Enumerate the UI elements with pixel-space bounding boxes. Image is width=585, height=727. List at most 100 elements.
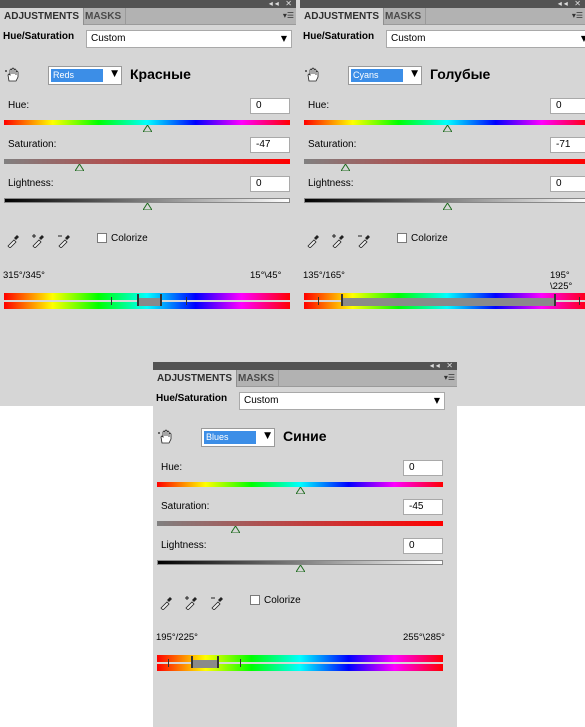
saturation-slider-thumb[interactable] xyxy=(75,164,85,171)
preset-select[interactable]: Custom ▼ xyxy=(86,30,292,48)
lightness-input[interactable]: 0 xyxy=(403,538,443,554)
eyedropper-minus-icon[interactable] xyxy=(57,232,71,248)
range-right-degrees: 195°\225° xyxy=(550,270,573,292)
range-marker[interactable] xyxy=(111,297,113,305)
colorize-checkbox[interactable] xyxy=(97,233,107,243)
preset-select[interactable]: Custom ▼ xyxy=(239,392,445,410)
range-marker[interactable] xyxy=(191,656,194,668)
lightness-input[interactable]: 0 xyxy=(250,176,290,192)
range-marker[interactable] xyxy=(136,294,139,306)
lightness-slider-thumb[interactable] xyxy=(142,203,152,210)
range-selection-band[interactable] xyxy=(136,298,160,306)
tab-adjustments[interactable]: ADJUSTMENTS xyxy=(300,8,385,25)
lightness-input[interactable]: 0 xyxy=(550,176,585,192)
range-left-degrees: 135°/165° xyxy=(303,270,345,281)
hand-adjust-icon[interactable] xyxy=(157,429,173,445)
chevron-down-icon: ▼ xyxy=(111,69,118,79)
range-marker[interactable] xyxy=(341,294,344,306)
hand-adjust-icon[interactable] xyxy=(304,67,320,83)
edit-range-select[interactable]: Reds ▼ xyxy=(48,66,122,85)
range-caption: Красные xyxy=(130,66,191,82)
edit-range-select[interactable]: Cyans ▼ xyxy=(348,66,422,85)
hue-input[interactable]: 0 xyxy=(403,460,443,476)
lightness-label: Lightness: xyxy=(308,178,354,189)
range-caption: Голубые xyxy=(430,66,491,82)
hue-label: Hue: xyxy=(308,100,330,111)
saturation-slider-thumb[interactable] xyxy=(340,164,350,171)
hand-adjust-icon[interactable] xyxy=(4,67,20,83)
range-marker[interactable] xyxy=(168,659,170,667)
saturation-input[interactable]: -47 xyxy=(250,137,290,153)
collapse-close-icons[interactable]: ◂◂ ✕ xyxy=(558,0,583,8)
eyedropper-minus-icon[interactable] xyxy=(210,594,224,610)
edit-range-value: Blues xyxy=(204,431,256,444)
tab-masks[interactable]: MASKS xyxy=(81,8,127,25)
hue-slider-thumb[interactable] xyxy=(442,125,452,132)
range-selection-band[interactable] xyxy=(191,660,218,668)
eyedropper-icon[interactable] xyxy=(6,232,20,248)
tab-bar: ADJUSTMENTS MASKS ▾☰ xyxy=(0,8,296,25)
hue-slider-thumb[interactable] xyxy=(295,487,305,494)
lightness-slider-thumb[interactable] xyxy=(442,203,452,210)
colorize-label: Colorize xyxy=(111,233,148,244)
eyedropper-plus-icon[interactable] xyxy=(184,594,198,610)
range-marker[interactable] xyxy=(554,294,557,306)
panel-menu-icon[interactable]: ▾☰ xyxy=(283,11,294,20)
saturation-slider-track xyxy=(4,159,290,164)
eyedropper-icon[interactable] xyxy=(159,594,173,610)
colorize-checkbox[interactable] xyxy=(397,233,407,243)
colorize-label: Colorize xyxy=(264,595,301,606)
edit-range-value: Reds xyxy=(51,69,103,82)
adjustment-title: Hue/Saturation xyxy=(156,393,228,404)
tab-masks[interactable]: MASKS xyxy=(381,8,427,25)
preset-value: Custom xyxy=(391,33,426,44)
collapse-close-icons[interactable]: ◂◂ ✕ xyxy=(430,362,455,370)
edit-range-select[interactable]: Blues ▼ xyxy=(201,428,275,447)
adjustments-panel-3: ◂◂ ✕ ADJUSTMENTS MASKS ▾☰ Hue/Saturation… xyxy=(153,362,457,727)
adjustment-title: Hue/Saturation xyxy=(3,31,75,42)
panel-menu-icon[interactable]: ▾☰ xyxy=(572,11,583,20)
chevron-down-icon: ▼ xyxy=(411,69,418,79)
saturation-label: Saturation: xyxy=(161,501,210,512)
tab-adjustments[interactable]: ADJUSTMENTS xyxy=(0,8,85,25)
colorize-checkbox[interactable] xyxy=(250,595,260,605)
tab-adjustments[interactable]: ADJUSTMENTS xyxy=(153,370,238,387)
panel-title-bar[interactable]: ◂◂ ✕ xyxy=(300,0,585,8)
hue-slider-thumb[interactable] xyxy=(142,125,152,132)
panel-title-bar[interactable]: ◂◂ ✕ xyxy=(0,0,296,8)
saturation-input[interactable]: -45 xyxy=(403,499,443,515)
adjustments-panel-1: ◂◂ ✕ ADJUSTMENTS MASKS ▾☰ Hue/Saturation… xyxy=(0,0,296,406)
panel-menu-icon[interactable]: ▾☰ xyxy=(444,373,455,382)
lightness-slider-thumb[interactable] xyxy=(295,565,305,572)
range-marker[interactable] xyxy=(159,294,162,306)
range-marker[interactable] xyxy=(217,656,220,668)
lightness-label: Lightness: xyxy=(161,540,207,551)
saturation-slider-thumb[interactable] xyxy=(231,526,241,533)
range-left-degrees: 195°/225° xyxy=(156,632,198,643)
range-marker[interactable] xyxy=(578,297,580,305)
tab-masks[interactable]: MASKS xyxy=(234,370,280,387)
range-right-degrees: 255°\285° xyxy=(403,632,445,643)
saturation-label: Saturation: xyxy=(308,139,357,150)
colorize-label: Colorize xyxy=(411,233,448,244)
panel-title-bar[interactable]: ◂◂ ✕ xyxy=(153,362,457,370)
saturation-input[interactable]: -71 xyxy=(550,137,585,153)
collapse-close-icons[interactable]: ◂◂ ✕ xyxy=(269,0,294,8)
range-selection-band[interactable] xyxy=(341,298,555,306)
range-marker[interactable] xyxy=(239,659,241,667)
chevron-down-icon: ▼ xyxy=(433,396,440,405)
range-marker[interactable] xyxy=(185,297,187,305)
hue-input[interactable]: 0 xyxy=(250,98,290,114)
eyedropper-minus-icon[interactable] xyxy=(357,232,371,248)
lightness-label: Lightness: xyxy=(8,178,54,189)
range-caption: Синие xyxy=(283,428,327,444)
hue-input[interactable]: 0 xyxy=(550,98,585,114)
preset-select[interactable]: Custom ▼ xyxy=(386,30,585,48)
eyedropper-plus-icon[interactable] xyxy=(31,232,45,248)
range-marker[interactable] xyxy=(318,297,320,305)
eyedropper-plus-icon[interactable] xyxy=(331,232,345,248)
eyedropper-icon[interactable] xyxy=(306,232,320,248)
tab-bar: ADJUSTMENTS MASKS ▾☰ xyxy=(300,8,585,25)
adjustments-panel-2: ◂◂ ✕ ADJUSTMENTS MASKS ▾☰ Hue/Saturation… xyxy=(300,0,585,406)
saturation-label: Saturation: xyxy=(8,139,57,150)
